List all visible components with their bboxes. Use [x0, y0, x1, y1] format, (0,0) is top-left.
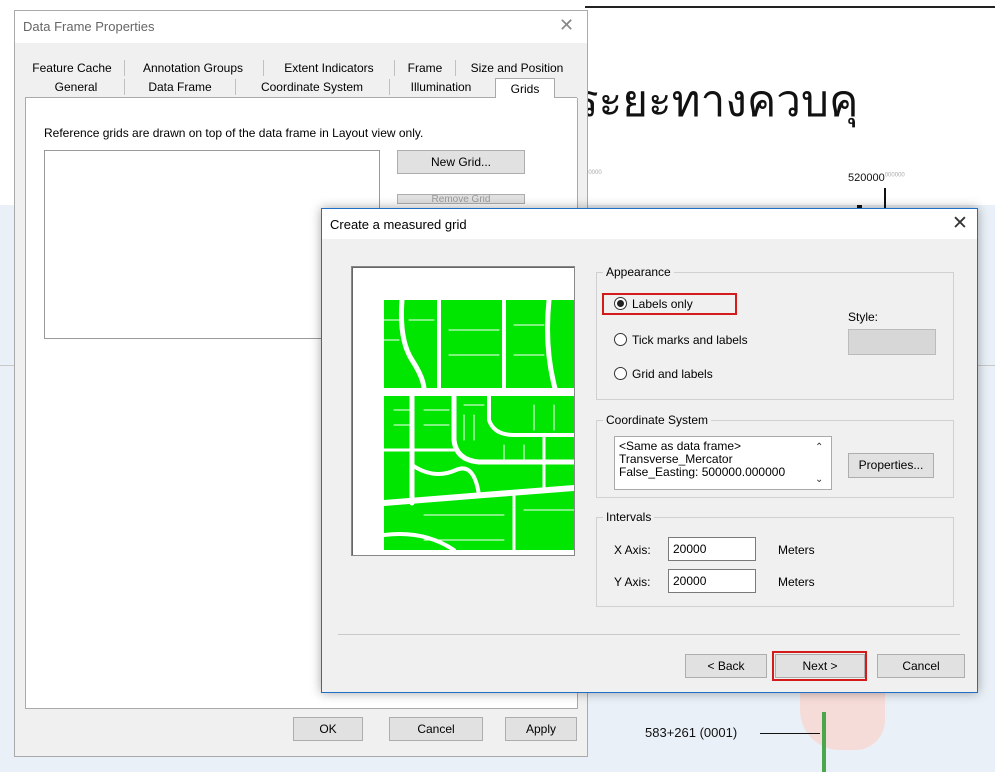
- tab-annotation-groups[interactable]: Annotation Groups: [130, 58, 256, 78]
- map-route-line: [822, 712, 826, 772]
- create-measured-grid-dialog: Create a measured grid ✕ Appearance Labe…: [321, 208, 978, 693]
- scroll-down-icon[interactable]: ⌄: [815, 473, 823, 486]
- dfp-title: Data Frame Properties: [23, 19, 155, 34]
- style-label: Style:: [848, 310, 879, 324]
- grids-description: Reference grids are drawn on top of the …: [44, 126, 424, 140]
- radio-labels-only[interactable]: Labels only: [614, 297, 693, 311]
- tab-feature-cache[interactable]: Feature Cache: [29, 58, 115, 78]
- radio-grid-and-labels[interactable]: Grid and labels: [614, 367, 713, 381]
- coordinate-line: False_Easting: 500000.000000: [619, 465, 786, 479]
- tab-general[interactable]: General: [29, 77, 123, 97]
- close-icon[interactable]: ✕: [952, 212, 968, 235]
- footer-divider: [338, 634, 960, 635]
- tab-coordinate-system[interactable]: Coordinate System: [237, 77, 387, 97]
- coordinate-system-textbox[interactable]: <Same as data frame> Transverse_Mercator…: [614, 436, 832, 490]
- x-axis-unit: Meters: [778, 543, 815, 557]
- remove-grid-button[interactable]: Remove Grid: [397, 194, 525, 204]
- apply-button[interactable]: Apply: [505, 717, 577, 741]
- cmg-title: Create a measured grid: [330, 217, 467, 232]
- back-button[interactable]: < Back: [685, 654, 767, 678]
- coordinate-system-group-label: Coordinate System: [603, 413, 712, 427]
- radio-tick-marks-and-labels[interactable]: Tick marks and labels: [614, 333, 748, 347]
- radio-unselected-icon: [614, 367, 627, 380]
- radio-label: Labels only: [632, 297, 693, 311]
- new-grid-button[interactable]: New Grid...: [397, 150, 525, 174]
- title-rule: [585, 6, 995, 8]
- ok-button[interactable]: OK: [293, 717, 363, 741]
- cancel-button[interactable]: Cancel: [877, 654, 965, 678]
- tab-extent-indicators[interactable]: Extent Indicators: [267, 58, 391, 78]
- style-swatch[interactable]: [848, 329, 936, 355]
- tab-illumination[interactable]: Illumination: [391, 77, 491, 97]
- tab-size-and-position[interactable]: Size and Position: [459, 58, 575, 78]
- properties-button[interactable]: Properties...: [848, 453, 934, 478]
- grid-coordinate-label: 520000000000: [848, 172, 905, 184]
- cancel-button[interactable]: Cancel: [389, 717, 483, 741]
- tab-separator: [263, 60, 264, 76]
- scroll-up-icon[interactable]: ⌃: [815, 441, 823, 454]
- y-axis-label: Y Axis:: [614, 575, 651, 589]
- grid-coordinate-suffix: 000000: [884, 172, 905, 179]
- next-highlight: [772, 651, 867, 681]
- grid-preview-panel: [351, 266, 578, 556]
- radio-selected-icon: [614, 297, 627, 310]
- tab-grids-label: Grids: [510, 82, 540, 96]
- x-axis-label: X Axis:: [614, 543, 651, 557]
- y-axis-unit: Meters: [778, 575, 815, 589]
- tab-frame[interactable]: Frame: [395, 58, 455, 78]
- radio-label: Tick marks and labels: [632, 333, 748, 347]
- tab-separator: [455, 60, 456, 76]
- appearance-group-label: Appearance: [603, 265, 674, 279]
- layout-heading: ระยะทางควบคุ: [575, 76, 859, 127]
- grid-coordinate-value: 520000: [848, 172, 885, 184]
- radio-label: Grid and labels: [632, 367, 713, 381]
- map-station-label: 583+261 (0001): [645, 725, 738, 740]
- grid-preview-image: [380, 297, 578, 552]
- tab-separator: [124, 60, 125, 76]
- intervals-group: Intervals: [596, 510, 954, 607]
- close-icon[interactable]: ✕: [559, 15, 574, 36]
- parcel-map-icon: [380, 297, 578, 552]
- x-axis-interval-input[interactable]: [668, 537, 756, 561]
- y-axis-interval-input[interactable]: [668, 569, 756, 593]
- tab-data-frame[interactable]: Data Frame: [125, 77, 235, 97]
- tab-separator: [235, 79, 236, 95]
- tab-separator: [389, 79, 390, 95]
- radio-unselected-icon: [614, 333, 627, 346]
- map-leader-line: [760, 733, 820, 734]
- intervals-group-label: Intervals: [603, 510, 655, 524]
